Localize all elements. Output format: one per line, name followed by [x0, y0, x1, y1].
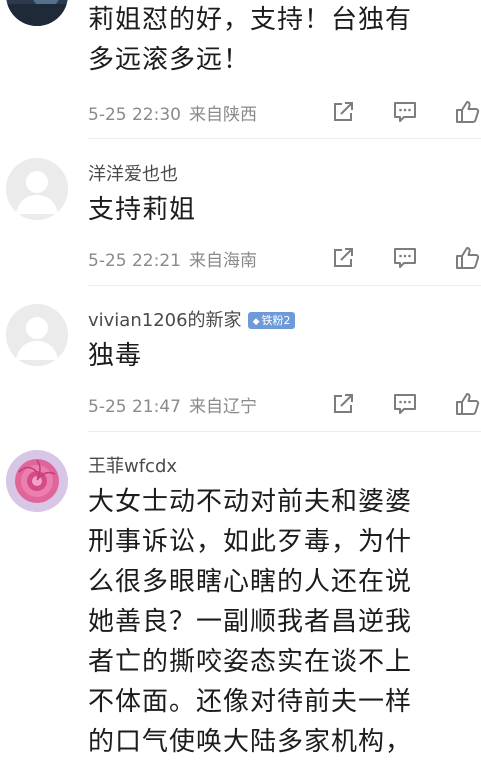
comment-icon [394, 394, 416, 414]
divider [88, 285, 481, 286]
comment-location: 来自辽宁 [188, 397, 257, 417]
comment-text-line: 支持莉姐 [88, 195, 197, 225]
default-user-avatar-icon [6, 158, 68, 220]
comment-text-line: 刑事诉讼，如此歹毒，为什 [88, 527, 413, 557]
avatar[interactable] [6, 0, 68, 26]
like-button[interactable] [454, 245, 480, 271]
diamond-icon: ◆ [252, 317, 260, 327]
comment-text-line: 莉姐怼的好，支持！台独有 [88, 5, 413, 35]
like-button[interactable] [454, 391, 480, 417]
comment-meta: 5-25 21:47 来自辽宁 [88, 392, 257, 417]
share-button[interactable] [330, 245, 356, 271]
comment-username[interactable]: vivian1206的新家 ◆ 铁粉2 [88, 306, 296, 332]
pink-flower-avatar-icon [6, 450, 68, 512]
comment-date: 5-25 22:21 [88, 251, 181, 271]
comment-text-line: 不体面。还像对待前夫一样 [88, 687, 413, 717]
share-icon [334, 102, 353, 121]
comment-text-line: 大女士动不动对前夫和婆婆 [88, 487, 413, 517]
thumbs-up-icon [456, 101, 480, 123]
avatar[interactable] [6, 158, 68, 220]
comment-date: 5-25 22:30 [88, 105, 181, 125]
avatar[interactable] [6, 304, 68, 366]
share-button[interactable] [330, 391, 356, 417]
fan-badge-label: 铁粉2 [261, 314, 291, 327]
comment-icon [394, 248, 416, 268]
reply-button[interactable] [392, 391, 418, 417]
fan-badge[interactable]: ◆ 铁粉2 [247, 312, 296, 329]
comment-actions [330, 99, 480, 127]
comment-text-line: 么很多眼瞎心瞎的人还在说 [88, 567, 413, 597]
reply-button[interactable] [392, 245, 418, 271]
comment-username[interactable]: 王菲wfcdx [88, 452, 177, 478]
comment-text-line: 她善良？一副顺我者昌逆我 [88, 607, 413, 637]
comment-text: 莉姐怼的好，支持！台独有 多远滚多远！ [88, 0, 473, 80]
default-user-avatar-icon [6, 304, 68, 366]
like-button[interactable] [454, 99, 480, 125]
comment-username-text[interactable]: vivian1206的新家 [88, 310, 242, 331]
thumbs-up-icon [456, 247, 480, 269]
comment-username[interactable]: 洋洋爱也也 [88, 160, 178, 186]
divider [88, 138, 481, 139]
avatar[interactable] [6, 450, 68, 512]
comment-meta: 5-25 22:30 来自陕西 [88, 100, 257, 125]
comment-text-line: 的口气使唤大陆多家机构， [88, 727, 413, 757]
divider [88, 431, 481, 432]
share-icon [334, 248, 353, 267]
comment-location: 来自陕西 [188, 105, 257, 125]
comment-icon [394, 102, 416, 122]
reply-button[interactable] [392, 99, 418, 125]
comment-location: 来自海南 [188, 251, 257, 271]
comment-actions [330, 245, 480, 273]
comment-meta: 5-25 22:21 来自海南 [88, 246, 257, 271]
comment-text-line: 多远滚多远！ [88, 45, 251, 75]
comment-text: 大女士动不动对前夫和婆婆 刑事诉讼，如此歹毒，为什 么很多眼瞎心瞎的人还在说 她… [88, 482, 473, 762]
thumbs-up-icon [456, 393, 480, 415]
comment-text-line: 者亡的撕咬姿态实在谈不上 [88, 647, 413, 677]
comment-text-line: 独毒 [88, 341, 143, 371]
share-icon [334, 394, 353, 413]
comment-text: 支持莉姐 [88, 192, 473, 228]
comment-actions [330, 391, 480, 419]
dark-photo-avatar-icon [6, 0, 68, 26]
share-button[interactable] [330, 99, 356, 125]
comment-text: 独毒 [88, 338, 473, 374]
comment-date: 5-25 21:47 [88, 397, 181, 417]
